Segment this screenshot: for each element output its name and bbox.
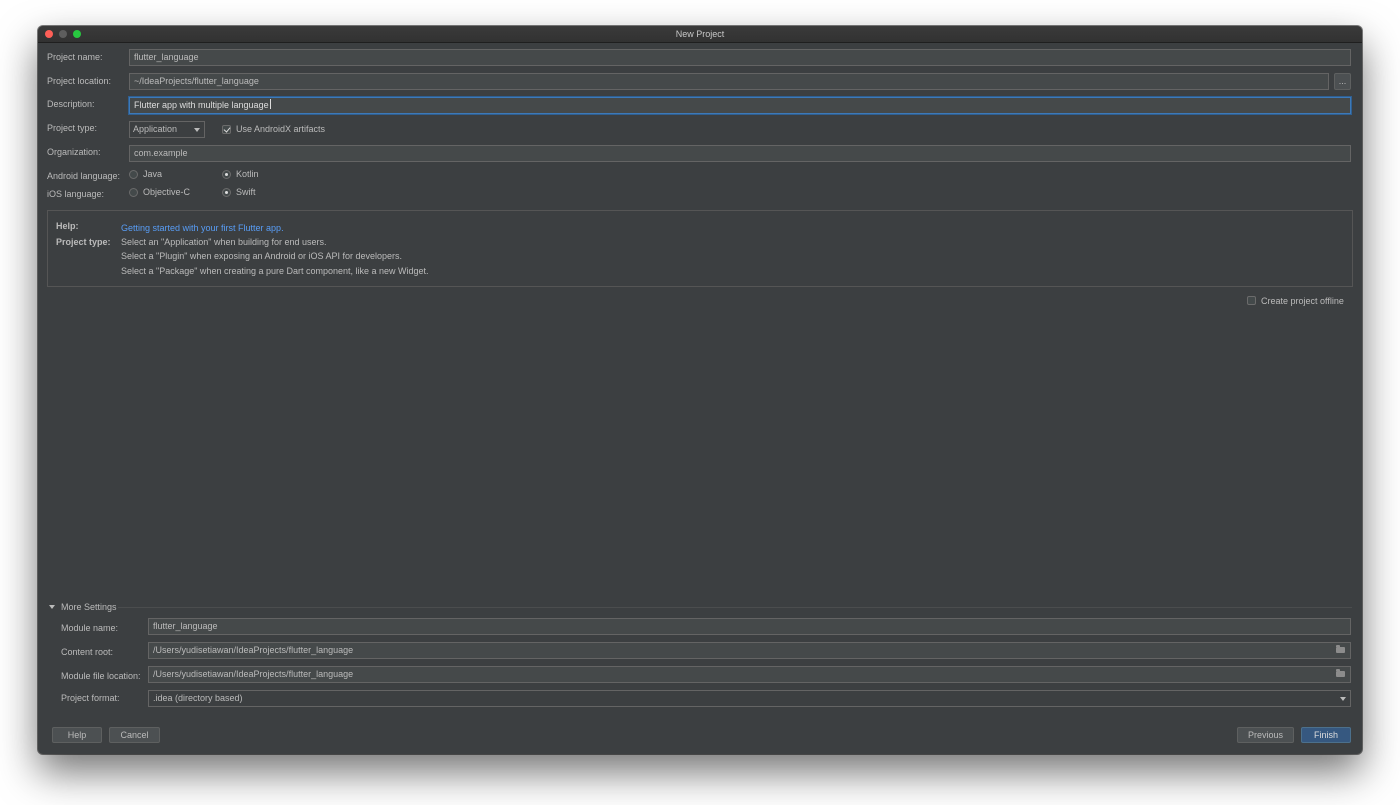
content-root-label: Content root: — [61, 647, 114, 657]
project-format-dropdown[interactable]: .idea (directory based) — [148, 690, 1351, 707]
project-type-dropdown[interactable]: Application — [129, 121, 205, 138]
help-line-application: Select an "Application" when building fo… — [121, 237, 327, 247]
maximize-window-icon[interactable] — [73, 30, 81, 38]
module-file-location-field[interactable]: /Users/yudisetiawan/IdeaProjects/flutter… — [148, 666, 1351, 683]
project-name-field[interactable]: flutter_language — [129, 49, 1351, 66]
content-root-value: /Users/yudisetiawan/IdeaProjects/flutter… — [153, 645, 354, 655]
close-window-icon[interactable] — [45, 30, 53, 38]
objective-c-label: Objective-C — [143, 187, 191, 197]
browse-location-button[interactable]: ... — [1334, 73, 1351, 90]
triangle-down-icon[interactable] — [49, 605, 55, 609]
project-format-label: Project format: — [61, 693, 120, 703]
description-text: Flutter app with multiple language — [134, 100, 269, 110]
help-line-package: Select a "Package" when creating a pure … — [121, 266, 429, 276]
new-project-dialog: New Project Project name: flutter_langua… — [38, 26, 1362, 754]
previous-button[interactable]: Previous — [1237, 727, 1294, 743]
create-offline-checkbox[interactable] — [1247, 296, 1256, 305]
more-settings-toggle[interactable]: More Settings — [61, 602, 117, 612]
description-label: Description: — [47, 99, 95, 109]
objective-c-radio[interactable] — [129, 188, 138, 197]
title-bar: New Project — [38, 26, 1362, 43]
folder-icon[interactable] — [1336, 669, 1345, 677]
project-location-field[interactable]: ~/IdeaProjects/flutter_language — [129, 73, 1329, 90]
check-icon — [223, 125, 231, 133]
organization-field[interactable]: com.example — [129, 145, 1351, 162]
kotlin-radio[interactable] — [222, 170, 231, 179]
project-location-label: Project location: — [47, 76, 112, 86]
androidx-label: Use AndroidX artifacts — [236, 124, 326, 134]
androidx-checkbox[interactable] — [222, 125, 231, 134]
java-label: Java — [143, 169, 163, 179]
radio-selected-dot — [225, 173, 228, 176]
help-line-plugin: Select a "Plugin" when exposing an Andro… — [121, 251, 403, 261]
text-caret — [269, 99, 271, 109]
project-name-label: Project name: — [47, 52, 103, 62]
module-file-location-value: /Users/yudisetiawan/IdeaProjects/flutter… — [153, 669, 354, 679]
help-button[interactable]: Help — [52, 727, 102, 743]
getting-started-link[interactable]: Getting started with your first Flutter … — [121, 223, 284, 233]
finish-button[interactable]: Finish — [1301, 727, 1351, 743]
project-format-value: .idea (directory based) — [153, 693, 243, 703]
java-radio[interactable] — [129, 170, 138, 179]
radio-selected-dot — [225, 191, 228, 194]
more-settings-separator — [118, 607, 1352, 608]
chevron-down-icon — [1340, 697, 1346, 701]
module-name-label: Module name: — [61, 623, 119, 633]
swift-label: Swift — [236, 187, 256, 197]
ios-language-label: iOS language: — [47, 189, 105, 199]
window-title: New Project — [675, 29, 725, 39]
swift-radio[interactable] — [222, 188, 231, 197]
android-language-label: Android language: — [47, 171, 121, 181]
chevron-down-icon — [194, 128, 200, 132]
organization-label: Organization: — [47, 147, 101, 157]
content-root-field[interactable]: /Users/yudisetiawan/IdeaProjects/flutter… — [148, 642, 1351, 659]
cancel-button[interactable]: Cancel — [109, 727, 160, 743]
help-panel: Help: Getting started with your first Fl… — [47, 210, 1353, 287]
description-field[interactable]: Flutter app with multiple language — [129, 97, 1351, 114]
project-type-label: Project type: — [47, 123, 98, 133]
module-file-location-label: Module file location: — [61, 671, 141, 681]
create-offline-label: Create project offline — [1261, 296, 1344, 306]
project-type-value: Application — [133, 124, 178, 134]
help-label: Help: — [56, 221, 79, 231]
module-name-field[interactable]: flutter_language — [148, 618, 1351, 635]
help-project-type-label: Project type: — [56, 237, 111, 247]
folder-icon[interactable] — [1336, 645, 1345, 653]
kotlin-label: Kotlin — [236, 169, 259, 179]
minimize-window-icon[interactable] — [59, 30, 67, 38]
